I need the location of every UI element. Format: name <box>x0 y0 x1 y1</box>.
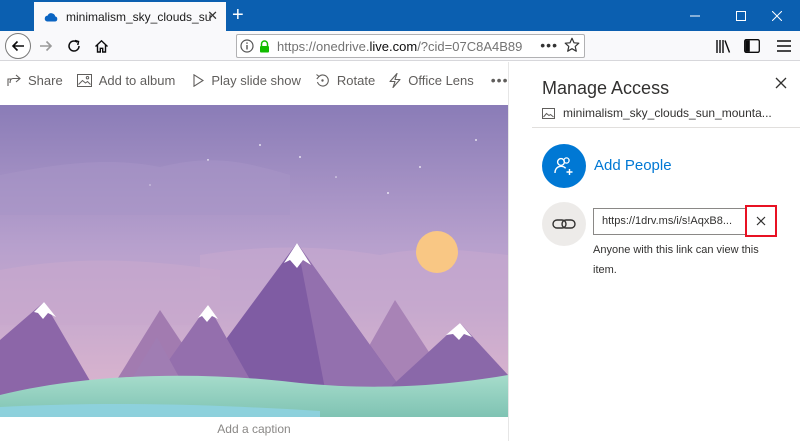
page-actions-button[interactable]: ••• <box>540 37 558 53</box>
image-file-icon <box>542 107 555 119</box>
browser-tab-strip: minimalism_sky_clouds_sun_m ✕ + <box>0 0 800 31</box>
menu-icon <box>777 40 791 52</box>
file-name: minimalism_sky_clouds_sun_mounta... <box>563 106 772 120</box>
lock-icon[interactable] <box>257 39 271 53</box>
panel-title: Manage Access <box>542 78 670 98</box>
browser-tab[interactable]: minimalism_sky_clouds_sun_m ✕ <box>34 2 226 31</box>
url-text[interactable]: https://onedrive.live.com/?cid=07C8A4B89 <box>277 39 527 54</box>
address-bar[interactable]: https://onedrive.live.com/?cid=07C8A4B89… <box>236 34 585 58</box>
office-lens-label: Office Lens <box>408 72 474 88</box>
link-icon-badge <box>542 202 586 246</box>
forward-arrow-icon <box>40 40 53 52</box>
forward-button[interactable] <box>36 36 56 56</box>
info-icon[interactable] <box>237 39 257 53</box>
add-to-album-label: Add to album <box>98 72 176 88</box>
link-description: Anyone with this link can view this item… <box>593 244 759 276</box>
remove-link-icon <box>756 216 766 226</box>
back-arrow-icon <box>11 40 24 52</box>
maximize-icon <box>736 10 746 21</box>
add-people-icon <box>554 157 573 175</box>
window-close-button[interactable] <box>754 0 800 31</box>
tab-close-icon[interactable]: ✕ <box>207 8 218 24</box>
play-slide-show-button[interactable]: Play slide show <box>186 62 308 98</box>
reload-button[interactable] <box>64 36 84 56</box>
add-people-button[interactable] <box>542 144 586 188</box>
library-icon <box>715 39 730 53</box>
remove-link-button[interactable] <box>745 205 777 237</box>
library-button[interactable] <box>713 36 733 56</box>
manage-access-panel: Manage Access minimalism_sky_clouds_sun_… <box>508 62 800 441</box>
file-row: minimalism_sky_clouds_sun_mounta... <box>542 106 772 120</box>
share-button[interactable]: Share <box>0 62 70 98</box>
caption-bar[interactable]: Add a caption <box>0 417 508 441</box>
rotate-button[interactable]: Rotate <box>308 62 382 98</box>
sidebar-icon <box>744 39 760 53</box>
minimize-icon <box>690 15 700 16</box>
caption-input[interactable]: Add a caption <box>217 422 290 436</box>
office-lens-button[interactable]: Office Lens <box>382 62 481 98</box>
reload-icon <box>68 39 80 52</box>
command-bar: Share Add to album Play slide show Rotat… <box>0 62 508 98</box>
menu-button[interactable] <box>774 36 794 56</box>
home-button[interactable] <box>91 36 111 56</box>
album-icon <box>76 73 92 87</box>
rotate-icon <box>316 73 329 87</box>
tab-title: minimalism_sky_clouds_sun_m <box>66 9 211 24</box>
divider <box>532 127 800 128</box>
rotate-label: Rotate <box>336 72 376 88</box>
star-icon[interactable] <box>564 37 580 58</box>
play-icon <box>193 73 205 87</box>
window-close-icon <box>772 10 782 21</box>
minimize-button[interactable] <box>672 0 718 31</box>
back-button[interactable] <box>5 33 31 59</box>
link-icon <box>552 219 576 229</box>
share-label: Share <box>28 72 63 88</box>
landscape-illustration <box>0 105 508 417</box>
play-slide-show-label: Play slide show <box>211 72 301 88</box>
navigation-bar: https://onedrive.live.com/?cid=07C8A4B89… <box>0 31 800 61</box>
share-link-field[interactable]: https://1drv.ms/i/s!AqxB8... <box>593 208 747 235</box>
close-icon[interactable] <box>773 75 789 91</box>
office-lens-icon <box>389 72 401 88</box>
home-icon <box>94 39 108 53</box>
photo-viewer[interactable] <box>0 105 508 417</box>
add-to-album-button[interactable]: Add to album <box>70 62 183 98</box>
onedrive-cloud-icon <box>44 12 58 21</box>
sidebar-button[interactable] <box>742 36 762 56</box>
add-people-link[interactable]: Add People <box>594 157 672 174</box>
new-tab-button[interactable]: + <box>232 5 244 25</box>
share-icon <box>7 74 21 86</box>
